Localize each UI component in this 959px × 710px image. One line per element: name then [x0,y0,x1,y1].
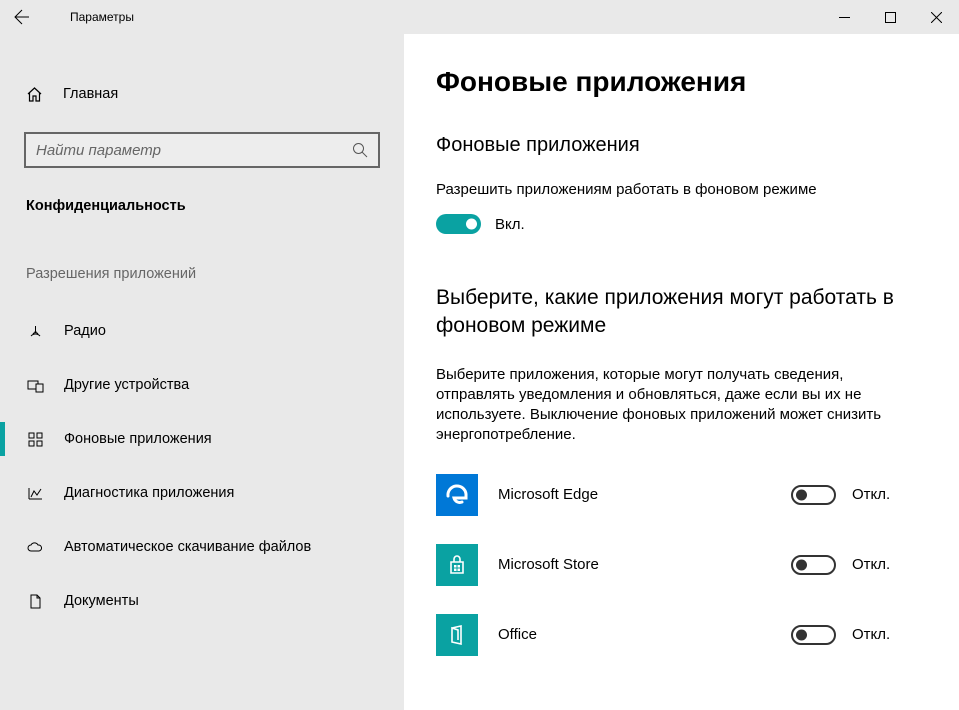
sidebar-item-auto-download[interactable]: Автоматическое скачивание файлов [0,520,404,574]
home-icon [26,86,43,103]
back-button[interactable] [0,0,44,34]
radio-icon [26,323,44,340]
cloud-icon [26,539,44,556]
sidebar-item-label: Диагностика приложения [64,485,234,501]
home-label: Главная [63,86,118,102]
store-app-icon [436,544,478,586]
sidebar-item-radio[interactable]: Радио [0,304,404,358]
arrow-left-icon [14,9,30,25]
app-name: Microsoft Edge [498,486,771,503]
sidebar-item-label: Автоматическое скачивание файлов [64,539,311,555]
app-toggle[interactable] [791,485,836,505]
app-row-store: Microsoft Store Откл. [436,544,921,586]
app-toggle[interactable] [791,555,836,575]
minimize-button[interactable] [821,0,867,34]
maximize-icon [885,12,896,23]
search-input-wrap[interactable] [24,132,380,168]
devices-icon [26,377,44,394]
sidebar-item-other-devices[interactable]: Другие устройства [0,358,404,412]
master-toggle-state: Вкл. [495,216,525,233]
app-list-description: Выберите приложения, которые могут получ… [436,365,921,446]
master-toggle[interactable] [436,214,481,234]
app-name: Office [498,626,771,643]
close-icon [931,12,942,23]
app-row-office: Office Откл. [436,614,921,656]
edge-app-icon [436,474,478,516]
office-app-icon [436,614,478,656]
sidebar: Главная Конфиденциальность Разрешения пр… [0,34,404,710]
sidebar-section: Конфиденциальность [26,198,404,214]
close-button[interactable] [913,0,959,34]
maximize-button[interactable] [867,0,913,34]
app-toggle-state: Откл. [852,556,890,573]
page-title: Фоновые приложения [436,66,921,98]
app-name: Microsoft Store [498,556,771,573]
document-icon [26,593,44,610]
sidebar-item-background-apps[interactable]: Фоновые приложения [0,412,404,466]
sidebar-item-app-diagnostics[interactable]: Диагностика приложения [0,466,404,520]
sidebar-item-label: Фоновые приложения [64,431,212,447]
content-pane: Фоновые приложения Фоновые приложения Ра… [404,34,959,710]
home-link[interactable]: Главная [0,72,404,116]
app-toggle[interactable] [791,625,836,645]
section-title: Фоновые приложения [436,134,921,157]
app-list-title: Выберите, какие приложения могут работат… [436,284,896,341]
apps-grid-icon [26,431,44,448]
diagnostics-icon [26,485,44,502]
sidebar-subsection: Разрешения приложений [26,266,404,282]
app-row-edge: Microsoft Edge Откл. [436,474,921,516]
sidebar-item-label: Другие устройства [64,377,189,393]
sidebar-item-documents[interactable]: Документы [0,574,404,628]
window-title: Параметры [70,10,134,24]
search-icon [352,142,368,158]
sidebar-item-label: Радио [64,323,106,339]
app-toggle-state: Откл. [852,486,890,503]
app-toggle-state: Откл. [852,626,890,643]
sidebar-item-label: Документы [64,593,139,609]
section-description: Разрешить приложениям работать в фоновом… [436,181,921,198]
titlebar: Параметры [0,0,959,34]
minimize-icon [839,12,850,23]
caption-buttons [821,0,959,34]
search-input[interactable] [36,142,352,159]
